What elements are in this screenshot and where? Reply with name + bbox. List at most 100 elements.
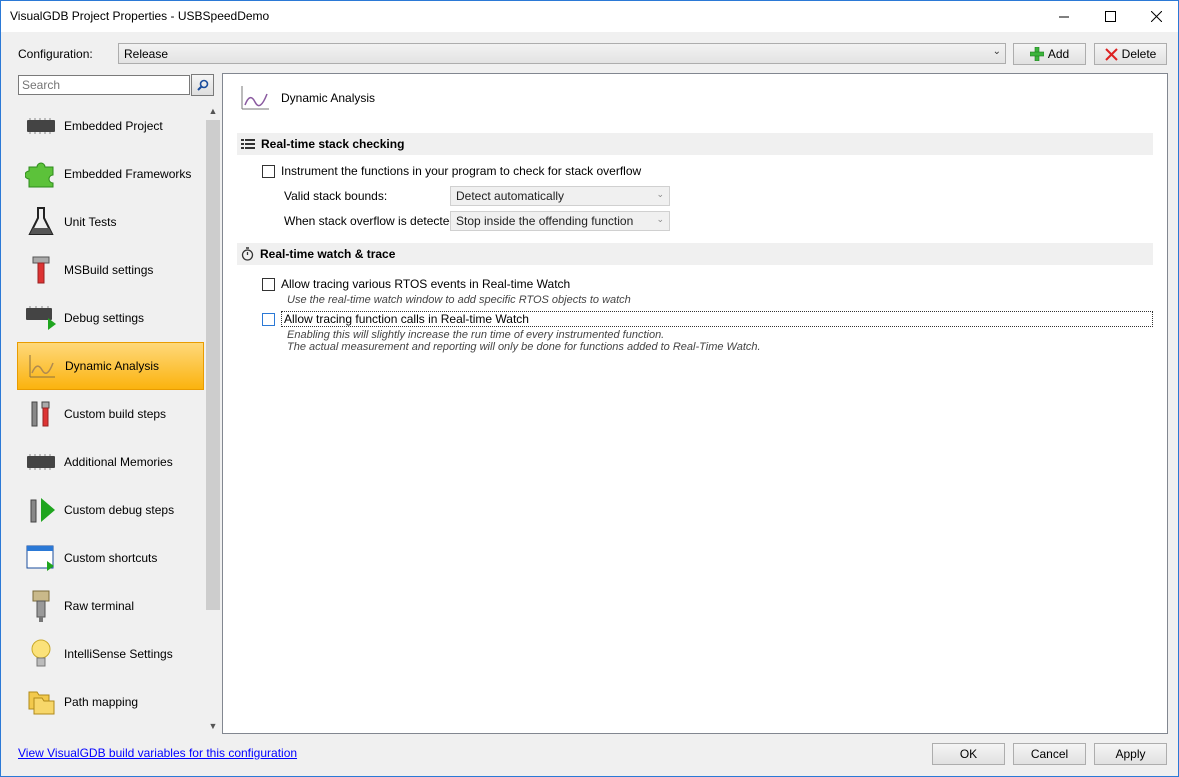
ok-label: OK <box>959 747 978 761</box>
cancel-button[interactable]: Cancel <box>1013 743 1086 765</box>
sidebar-item-label: Custom shortcuts <box>64 551 158 565</box>
window-title: VisualGDB Project Properties - USBSpeedD… <box>10 9 270 23</box>
chip-icon <box>21 108 61 144</box>
sidebar-item-label: Dynamic Analysis <box>65 359 160 373</box>
rtos-tracing-label: Allow tracing various RTOS events in Rea… <box>281 277 571 291</box>
configuration-select[interactable]: Release ⌄ <box>118 43 1006 64</box>
chip-play-icon <box>21 300 61 336</box>
scroll-up-arrow[interactable]: ▲ <box>204 102 222 119</box>
section-stack-checking: Real-time stack checking <box>237 133 1153 155</box>
sidebar: Embedded Project Embedded Frameworks Uni… <box>17 102 222 734</box>
sidebar-item-custom-debug-steps[interactable]: Custom debug steps <box>17 486 204 534</box>
build-variables-link[interactable]: View VisualGDB build variables for this … <box>18 746 297 760</box>
sidebar-item-embedded-project[interactable]: Embedded Project <box>17 102 204 150</box>
scroll-down-arrow[interactable]: ▼ <box>204 717 222 734</box>
sidebar-item-label: IntelliSense Settings <box>64 647 173 661</box>
instrument-stack-checkbox[interactable] <box>262 164 275 178</box>
list-icon <box>241 139 255 149</box>
function-calls-checkbox-row[interactable]: Allow tracing function calls in Real-tim… <box>262 311 1153 327</box>
connector-icon <box>21 588 61 624</box>
minimize-button[interactable] <box>1041 1 1087 32</box>
stack-bounds-select[interactable]: Detect automatically ⌄ <box>450 186 670 206</box>
panel-header: Dynamic Analysis <box>239 84 375 112</box>
stopwatch-icon <box>241 247 254 261</box>
project-properties-window: VisualGDB Project Properties - USBSpeedD… <box>0 0 1179 777</box>
maximize-button[interactable] <box>1087 1 1133 32</box>
sidebar-list: Embedded Project Embedded Frameworks Uni… <box>17 102 204 726</box>
section-heading: Real-time watch & trace <box>260 247 396 261</box>
settings-panel: Dynamic Analysis Real-time stack checkin… <box>222 73 1168 734</box>
sidebar-item-label: Embedded Frameworks <box>64 167 192 181</box>
stack-bounds-label: Valid stack bounds: <box>284 189 388 203</box>
section-heading: Real-time stack checking <box>261 137 405 151</box>
sidebar-item-path-mapping[interactable]: Path mapping <box>17 678 204 726</box>
delete-label: Delete <box>1121 47 1157 61</box>
sidebar-item-label: Custom build steps <box>64 407 167 421</box>
function-calls-checkbox[interactable] <box>262 312 275 326</box>
rtos-tracing-checkbox-row[interactable]: Allow tracing various RTOS events in Rea… <box>262 277 570 291</box>
add-configuration-button[interactable]: Add <box>1013 43 1086 65</box>
chevron-down-icon: ⌄ <box>992 46 1001 57</box>
maximize-icon <box>1104 11 1116 22</box>
sidebar-item-label: Debug settings <box>64 311 145 325</box>
scroll-thumb[interactable] <box>206 120 220 610</box>
title-bar: VisualGDB Project Properties - USBSpeedD… <box>1 1 1178 32</box>
close-button[interactable] <box>1133 1 1179 32</box>
function-calls-hint-1: Enabling this will slightly increase the… <box>287 329 665 341</box>
rtos-tracing-checkbox[interactable] <box>262 277 275 291</box>
sidebar-item-additional-memories[interactable]: Additional Memories <box>17 438 204 486</box>
add-label: Add <box>1047 47 1070 61</box>
panel-title: Dynamic Analysis <box>281 91 376 105</box>
rtos-tracing-hint: Use the real-time watch window to add sp… <box>287 294 631 306</box>
puzzle-icon <box>21 156 61 192</box>
sidebar-item-debug-settings[interactable]: Debug settings <box>17 294 204 342</box>
search-input[interactable] <box>18 75 190 95</box>
minimize-icon <box>1058 16 1069 18</box>
sidebar-item-unit-tests[interactable]: Unit Tests <box>17 198 204 246</box>
chevron-down-icon: ⌄ <box>656 189 664 199</box>
sidebar-item-custom-shortcuts[interactable]: Custom shortcuts <box>17 534 204 582</box>
flask-icon <box>21 204 61 240</box>
sidebar-item-msbuild-settings[interactable]: MSBuild settings <box>17 246 204 294</box>
close-icon <box>1150 11 1162 22</box>
chart-icon <box>241 86 269 110</box>
sidebar-scrollbar[interactable]: ▲ ▼ <box>204 102 222 734</box>
sidebar-item-label: Raw terminal <box>64 599 135 613</box>
plus-icon <box>1029 47 1044 61</box>
function-calls-hint-2: The actual measurement and reporting wil… <box>287 341 761 353</box>
chart-icon <box>22 348 62 384</box>
sidebar-item-label: Additional Memories <box>64 455 173 469</box>
stack-overflow-label: When stack overflow is detected: <box>284 214 460 228</box>
chip-icon <box>21 444 61 480</box>
instrument-stack-checkbox-row[interactable]: Instrument the functions in your program… <box>262 164 641 178</box>
apply-label: Apply <box>1115 747 1146 761</box>
function-calls-label: Allow tracing function calls in Real-tim… <box>281 311 1153 327</box>
sidebar-item-label: Embedded Project <box>64 119 163 133</box>
lightbulb-icon <box>21 636 61 672</box>
sidebar-item-label: Unit Tests <box>64 215 117 229</box>
hammer-icon <box>21 252 61 288</box>
sidebar-item-embedded-frameworks[interactable]: Embedded Frameworks <box>17 150 204 198</box>
sidebar-item-label: Custom debug steps <box>64 503 175 517</box>
cancel-label: Cancel <box>1030 747 1069 761</box>
configuration-value: Release <box>124 47 169 61</box>
search-button[interactable] <box>191 74 214 96</box>
sidebar-item-dynamic-analysis[interactable]: Dynamic Analysis <box>17 342 204 390</box>
configuration-label: Configuration: <box>18 47 93 61</box>
apply-button[interactable]: Apply <box>1094 743 1167 765</box>
sidebar-item-custom-build-steps[interactable]: Custom build steps <box>17 390 204 438</box>
delete-configuration-button[interactable]: Delete <box>1094 43 1167 65</box>
tools-icon <box>21 396 61 432</box>
wrench-play-icon <box>21 492 61 528</box>
stack-overflow-select[interactable]: Stop inside the offending function ⌄ <box>450 211 670 231</box>
window-icon <box>21 540 61 576</box>
instrument-stack-label: Instrument the functions in your program… <box>281 164 642 178</box>
sidebar-item-raw-terminal[interactable]: Raw terminal <box>17 582 204 630</box>
stack-bounds-value: Detect automatically <box>456 189 565 203</box>
stack-overflow-value: Stop inside the offending function <box>456 214 634 228</box>
sidebar-item-intellisense-settings[interactable]: IntelliSense Settings <box>17 630 204 678</box>
chevron-down-icon: ⌄ <box>656 214 664 224</box>
sidebar-item-label: MSBuild settings <box>64 263 154 277</box>
folders-icon <box>21 684 61 720</box>
ok-button[interactable]: OK <box>932 743 1005 765</box>
